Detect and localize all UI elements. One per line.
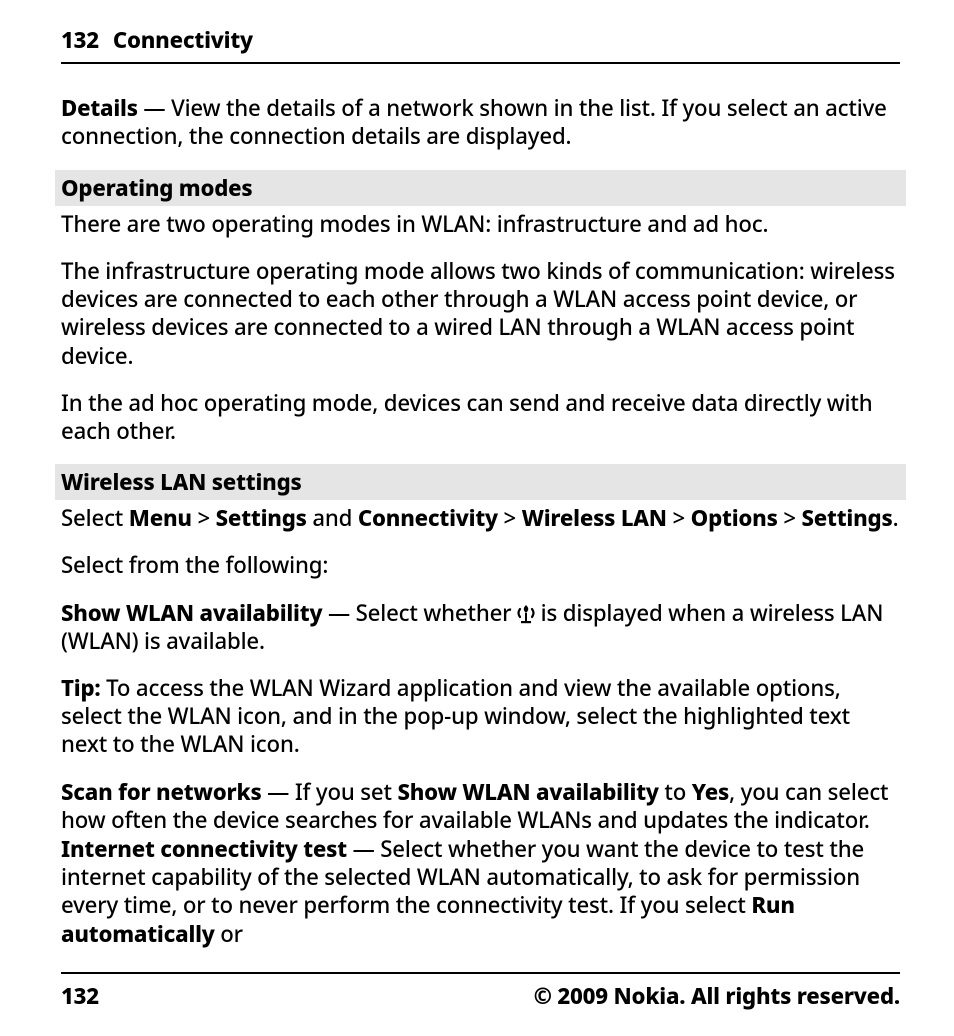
- scan-label: Scan for networks: [61, 776, 262, 807]
- ict-label: Internet connectivity test: [61, 833, 347, 864]
- nav-sep4: >: [778, 502, 802, 533]
- nav-sep3: >: [667, 502, 691, 533]
- nav-prefix: Select: [61, 502, 129, 533]
- running-header: 132 Connectivity: [61, 26, 900, 64]
- show-wlan-availability-paragraph: Show WLAN availability — Select whether …: [61, 599, 900, 655]
- scan-yes: Yes: [692, 776, 729, 807]
- internet-connectivity-test-paragraph: Internet connectivity test — Select whet…: [61, 835, 900, 948]
- details-text: View the details of a network shown in t…: [61, 92, 887, 151]
- scan-mid: to: [659, 776, 692, 807]
- nav-period: .: [893, 502, 899, 533]
- nav-and: and: [307, 502, 358, 533]
- tip-paragraph: Tip: To access the WLAN Wizard applicati…: [61, 674, 900, 759]
- show-wlan-label: Show WLAN availability: [61, 597, 322, 628]
- wlan-settings-navigation: Select Menu > Settings and Connectivity …: [61, 504, 900, 532]
- operating-modes-p3: In the ad hoc operating mode, devices ca…: [61, 389, 900, 445]
- header-section-title: Connectivity: [113, 24, 253, 55]
- footer-page-number: 132: [61, 982, 99, 1010]
- nav-settings2: Settings: [801, 502, 892, 533]
- scan-pre: — If you set: [262, 776, 398, 807]
- ict-or: or: [215, 918, 243, 949]
- nav-options: Options: [691, 502, 778, 533]
- operating-modes-p2: The infrastructure operating mode allows…: [61, 257, 900, 370]
- section-heading-wlan-settings: Wireless LAN settings: [55, 464, 906, 500]
- select-from-text: Select from the following:: [61, 551, 900, 579]
- nav-connectivity: Connectivity: [358, 502, 498, 533]
- nav-settings: Settings: [216, 502, 307, 533]
- header-page-number: 132: [61, 24, 99, 55]
- nav-sep1: >: [192, 502, 216, 533]
- show-wlan-pre: — Select whether: [322, 597, 517, 628]
- section-heading-operating-modes: Operating modes: [55, 170, 906, 206]
- nav-menu: Menu: [129, 502, 192, 533]
- details-label: Details: [61, 92, 138, 123]
- wlan-indicator-icon: [517, 602, 535, 622]
- page-body: Details — View the details of a network …: [61, 94, 900, 948]
- footer-copyright: © 2009 Nokia. All rights reserved.: [534, 982, 900, 1010]
- scan-inline-show-wlan: Show WLAN availability: [397, 776, 658, 807]
- page-footer: 132 © 2009 Nokia. All rights reserved.: [61, 972, 900, 1010]
- operating-modes-p1: There are two operating modes in WLAN: i…: [61, 210, 900, 238]
- tip-label: Tip:: [61, 672, 101, 703]
- tip-text: To access the WLAN Wizard application an…: [61, 672, 850, 759]
- nav-sep2: >: [498, 502, 522, 533]
- details-separator: —: [138, 92, 171, 123]
- details-paragraph: Details — View the details of a network …: [61, 94, 900, 150]
- nav-wireless-lan: Wireless LAN: [522, 502, 667, 533]
- scan-for-networks-paragraph: Scan for networks — If you set Show WLAN…: [61, 778, 900, 834]
